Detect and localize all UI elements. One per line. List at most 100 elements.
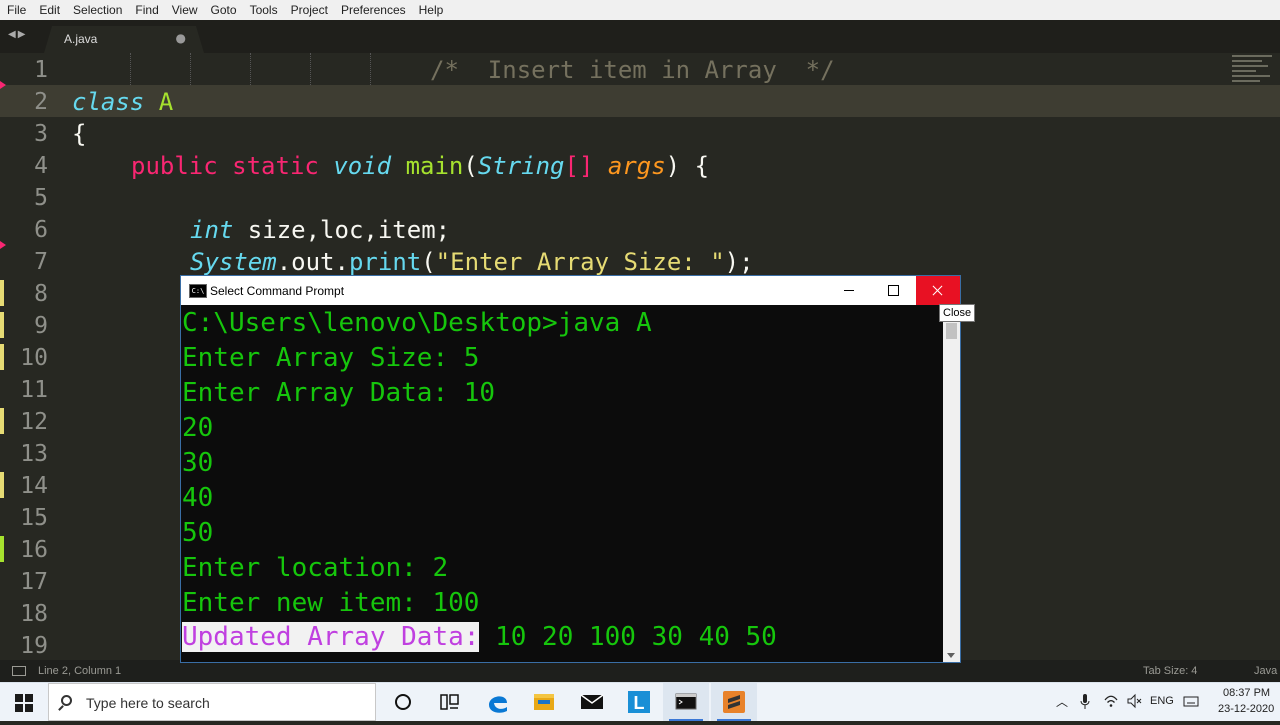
line-number: 14 [20,473,48,499]
console-line: 40 [182,483,214,513]
keyword: static [232,152,319,180]
class-name: A [158,88,174,116]
taskbar: Type here to search L ︿ ENG 08:37 PM 23-… [0,682,1280,721]
scrollbar[interactable] [943,305,960,662]
line-number: 5 [34,185,48,211]
menu-view[interactable]: View [165,0,204,20]
menu-selection[interactable]: Selection [66,0,128,20]
keyboard-icon[interactable] [1183,693,1199,709]
line-number: 13 [20,441,48,467]
menu-project[interactable]: Project [284,0,334,20]
search-placeholder: Type here to search [86,695,210,711]
cortana-icon[interactable] [380,683,426,721]
code-line-2: class A [72,86,173,118]
system-tray: ︿ ENG 08:37 PM 23-12-2020 [1050,683,1280,721]
dot: . [276,248,292,276]
line-number: 4 [34,153,48,179]
indent-guide [310,53,311,85]
start-button[interactable] [0,683,48,721]
maximize-button[interactable] [871,276,915,305]
cursor-position[interactable]: Line 2, Column 1 [38,665,121,677]
console-line: Enter new item: 100 [182,588,480,618]
unsaved-dot-icon[interactable]: ● [176,31,186,45]
keyword: class [72,88,145,116]
windows-logo-icon [25,694,33,702]
mail-icon[interactable] [569,683,615,721]
paren: ( [421,248,436,276]
cmd-app-icon: C:\ [189,284,207,298]
paren: ( [463,152,478,180]
clock-time[interactable]: 08:37 PM [1223,687,1270,699]
type: String [477,152,565,180]
indent-guide [130,53,131,85]
console-output[interactable]: C:\Users\lenovo\Desktop>java A Enter Arr… [181,305,943,662]
menu-tools[interactable]: Tools [243,0,284,20]
console-line: 20 [182,413,214,443]
method-name: print [348,248,422,276]
string: "Enter Array Size: " [435,248,725,276]
tab-nav-arrows-icon[interactable]: ◀▶ [8,29,27,40]
scroll-thumb[interactable] [946,323,957,339]
command-prompt-icon[interactable] [663,683,709,721]
line-number: 8 [34,281,48,307]
minimap[interactable] [1232,55,1272,95]
window-titlebar[interactable]: C:\ Select Command Prompt [181,276,960,305]
code-line-4: public static void main(String[] args) { [131,150,709,182]
console-line: Updated Array Data: 10 20 100 30 40 50 [182,620,777,655]
menu-preferences[interactable]: Preferences [334,0,412,20]
type: int [190,216,234,244]
speaker-muted-icon[interactable] [1126,693,1142,709]
menu-edit[interactable]: Edit [32,0,66,20]
scroll-down-icon[interactable] [947,653,955,658]
windows-logo-icon [15,694,23,702]
dot: . [334,248,349,276]
minimize-button[interactable] [827,276,871,305]
task-view-icon[interactable] [426,683,472,721]
console-line: Enter location: 2 [182,553,449,583]
panel-toggle-icon[interactable] [12,666,26,676]
file-explorer-icon[interactable] [521,683,567,721]
line-number: 2 [34,89,48,115]
sublime-text-icon[interactable] [711,683,757,721]
chevron-up-icon[interactable]: ︿ [1056,693,1068,710]
edge-icon[interactable] [475,683,521,721]
wifi-icon[interactable] [1103,693,1119,709]
line-number: 18 [20,601,48,627]
line-number: 17 [20,569,48,595]
menu-find[interactable]: Find [128,0,164,20]
line-number: 9 [34,313,48,339]
method-name: main [405,152,464,180]
command-prompt-window[interactable]: C:\ Select Command Prompt C:\Users\lenov… [181,276,960,662]
line-number: 10 [20,345,48,371]
language-indicator[interactable]: ENG [1150,695,1174,707]
keyword: void [333,152,392,180]
microphone-icon[interactable] [1080,693,1090,711]
clock-date[interactable]: 23-12-2020 [1218,703,1274,715]
menu-file[interactable]: File [0,0,32,20]
line-number: 11 [20,377,48,403]
syntax-selector[interactable]: Java [1254,665,1277,677]
line-number: 7 [34,249,48,275]
menu-help[interactable]: Help [412,0,450,20]
line-number: 16 [20,537,48,563]
close-button[interactable] [916,276,960,305]
param: args [607,152,666,180]
line-number: 1 [34,57,48,83]
tab-label: A.java [64,32,98,46]
code-line-3: { [72,120,87,148]
tab-a-java[interactable]: A.java ● [44,26,204,53]
lens-app-icon[interactable]: L [617,683,663,721]
close-tooltip: Close [939,304,976,322]
search-icon [61,695,72,706]
comment: /* Insert item in Array */ [430,56,835,84]
tab-size[interactable]: Tab Size: 4 [1143,665,1197,677]
line-number: 6 [34,217,48,243]
type: System [190,248,277,276]
code-line-6: int size,loc,item; [190,214,450,246]
taskbar-search-box[interactable]: Type here to search [48,683,376,721]
status-bar: Line 2, Column 1 Tab Size: 4 Java [0,660,1280,682]
menu-goto[interactable]: Goto [204,0,243,20]
windows-logo-icon [15,704,23,712]
lens-app-letter: L [634,693,645,713]
indent-guide [190,53,191,85]
